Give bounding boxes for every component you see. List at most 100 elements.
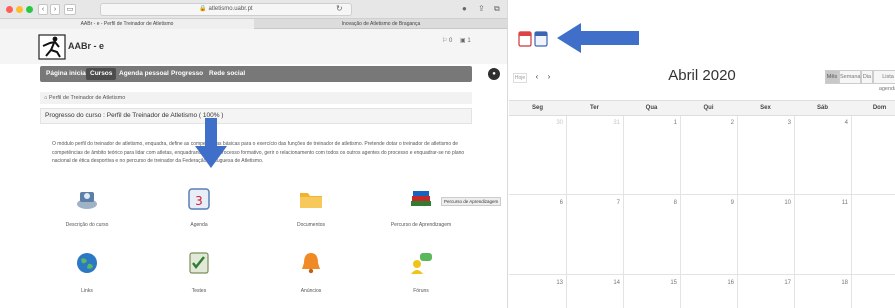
tool-label: Percurso de Aprendizagem [390,222,452,228]
day-cell[interactable]: 7 [606,200,620,206]
grid-divider [680,116,681,308]
calendar-panel: Hoje ‹ › Abril 2020 Mês Semana Dia Lista… [509,0,895,308]
globe-icon [77,253,97,273]
reload-icon[interactable]: ↻ [336,4,343,14]
view-day-button[interactable]: Dia [861,70,873,84]
day-cell[interactable]: 12 [891,200,895,206]
site-header: AABr - e ⚐ 0 ▣ 1 [0,29,507,64]
day-cell[interactable]: 15 [663,280,677,286]
course-description: O módulo perfil do treinador de atletism… [52,140,472,166]
calendar-title: Abril 2020 [668,67,736,84]
calendar-red-icon[interactable] [518,30,532,47]
view-week-button[interactable]: Semana [839,70,861,84]
nav-social-network[interactable]: Rede social [209,66,245,82]
today-button[interactable]: Hoje [513,73,527,83]
tab-course[interactable]: AABr - e - Perfil de Treinador de Atleti… [0,19,254,29]
grid-divider [737,116,738,308]
next-month-button[interactable]: › [544,71,554,83]
agenda-calendar-icon: 3 [188,188,210,210]
day-cell[interactable]: 9 [720,200,734,206]
address-bar[interactable]: 🔒 atletismo.uabr.pt [100,3,352,16]
breadcrumb: ⌂ Perfil de Treinador de Atletismo [40,92,472,104]
breadcrumb-course-link[interactable]: Perfil de Treinador de Atletismo [49,95,125,101]
grid-divider [623,116,624,308]
tool-label: Fóruns [413,288,429,294]
grid-divider [509,194,895,195]
sidebar-toggle-icon[interactable]: ▭ [64,4,76,15]
browser-window: ‹ › ▭ 🔒 atletismo.uabr.pt ↻ ● ⇪ ⧉ AABr -… [0,0,508,308]
calendar-blue-icon[interactable] [534,30,548,47]
view-month-button[interactable]: Mês [825,70,839,84]
forward-button[interactable]: › [50,4,60,15]
folder-icon [300,193,322,208]
svg-text:3: 3 [195,194,203,208]
grid-divider [851,116,852,308]
weekday-sat: Sáb [816,105,828,111]
tool-label: Testes [191,288,207,294]
tool-links[interactable]: Links [32,250,142,308]
weekday-mon: Seg [531,105,543,111]
annotation-arrow-down-icon [195,118,227,168]
minimize-window-button[interactable] [16,6,23,13]
day-cell[interactable]: 6 [549,200,563,206]
day-cell[interactable]: 13 [549,280,563,286]
share-icon[interactable]: ⇪ [478,4,485,14]
view-list-button[interactable]: Lista agenda [873,70,895,92]
day-cell[interactable]: 3 [777,120,791,126]
tool-forums[interactable]: Fóruns [366,250,476,308]
day-cell[interactable]: 4 [834,120,848,126]
notifications-icon[interactable]: ⚐ 0 [442,37,452,44]
day-cell[interactable]: 2 [720,120,734,126]
extension-icon[interactable]: ● [462,4,467,14]
nav-personal-agenda[interactable]: Agenda pessoal [119,66,169,82]
site-logo[interactable]: AABr - e [38,34,112,60]
tool-documents[interactable]: Documentos [256,186,366,246]
tool-learning-path[interactable]: Percurso de Aprendizagem [366,186,476,246]
tabs-overview-icon[interactable]: ⧉ [494,4,500,14]
back-button[interactable]: ‹ [38,4,48,15]
weekday-sun: Dom [872,105,887,111]
messages-icon[interactable]: ▣ 1 [460,37,471,44]
day-cell[interactable]: 19 [891,280,895,286]
checklist-icon [189,252,209,274]
day-cell[interactable]: 11 [834,200,848,206]
tool-agenda[interactable]: 3 Agenda [144,186,254,246]
nav-progress[interactable]: Progresso [171,66,203,82]
nav-courses[interactable]: Cursos [86,68,117,80]
day-cell[interactable]: 31 [606,120,620,126]
runner-logo-icon [38,34,66,60]
weekday-tue: Ter [590,105,599,111]
user-avatar-icon[interactable]: ● [488,68,500,80]
weekday-thu: Qui [703,105,714,111]
day-cell[interactable]: 8 [663,200,677,206]
day-cell[interactable]: 1 [663,120,677,126]
tool-label: Anúncios [300,288,322,294]
day-cell[interactable]: 17 [777,280,791,286]
books-icon [411,191,431,206]
day-cell[interactable]: 18 [834,280,848,286]
close-window-button[interactable] [6,6,13,13]
zoom-window-button[interactable] [26,6,33,13]
site-navbar: Página inicial Cursos Agenda pessoal Pro… [40,66,500,82]
day-cell[interactable]: 14 [606,280,620,286]
tool-tests[interactable]: Testes [144,250,254,308]
weekday-wed: Qua [645,105,658,111]
tool-announcements[interactable]: Anúncios [256,250,366,308]
nav-home[interactable]: Página inicial [46,66,88,82]
browser-toolbar: ‹ › ▭ 🔒 atletismo.uabr.pt ↻ ● ⇪ ⧉ [0,0,507,19]
day-cell[interactable]: 10 [777,200,791,206]
tab-innovation[interactable]: Inovação de Atletismo de Bragança [254,19,507,29]
day-cell[interactable]: 16 [720,280,734,286]
annotation-arrow-left-icon [557,23,639,53]
course-description-icon [77,192,97,209]
tool-course-description[interactable]: Descrição do curso [32,186,142,246]
day-cell[interactable]: 5 [891,120,895,126]
weekday-fri: Sex [760,105,771,111]
tool-label: Links [81,288,93,294]
tool-label: Agenda [190,222,208,228]
prev-month-button[interactable]: ‹ [532,71,542,83]
tool-label: Documentos [296,222,326,228]
day-cell[interactable]: 30 [549,120,563,126]
logo-text: AABr - e [68,41,105,51]
course-progress: Progresso do curso : Perfil de Treinador… [40,108,472,124]
